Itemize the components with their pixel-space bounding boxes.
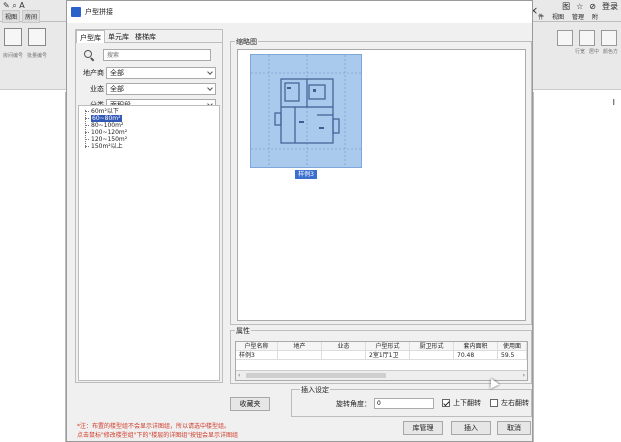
column-header[interactable]: 地产 <box>278 342 322 351</box>
flip-horizontal-label[interactable]: 左右翻转 <box>501 398 529 408</box>
unit-splice-dialog: 户型拼接 户型库 单元库 楼梯库 地产商 全部 业态 全部 分类 面积段 60m… <box>66 0 533 442</box>
angle-input[interactable] <box>374 398 434 409</box>
line-width-icon[interactable] <box>557 30 573 46</box>
column-header[interactable]: 使用面 <box>498 342 527 351</box>
tree-item-label: 100~120m² <box>91 129 128 136</box>
developer-select-value: 全部 <box>110 69 124 77</box>
center-label: 居中 <box>588 49 599 55</box>
table-cell <box>278 351 322 360</box>
developer-select[interactable]: 全部 <box>106 67 216 79</box>
thumbnail-group-label: 缩略图 <box>235 37 258 47</box>
ribbon-tab-view[interactable]: 视图 <box>2 9 21 23</box>
cancel-button[interactable]: 取消 <box>497 421 531 435</box>
ribbon-tab-room[interactable]: 房间 <box>22 9 41 23</box>
properties-group-label: 属性 <box>235 326 251 336</box>
tree-item[interactable]: 120~150m² <box>85 136 219 143</box>
floorplan-drawing-icon <box>251 55 361 167</box>
filter-label-developer: 地产商 <box>83 69 104 77</box>
scroll-left-icon[interactable]: ‹ <box>238 373 240 379</box>
properties-table: 户型名称 地产 业态 户型形式 厨卫形式 套内面积 使用面 样例3 2室1厅1卫… <box>235 341 528 381</box>
properties-group: 属性 户型名称 地产 业态 户型形式 厨卫形式 套内面积 使用面 样例3 2室1… <box>230 326 532 384</box>
line-width-label: 行宽 <box>574 49 585 55</box>
dialog-titlebar[interactable]: 户型拼接 <box>67 1 532 23</box>
column-header[interactable]: 户型名称 <box>236 342 278 351</box>
tab-unit-library[interactable]: 户型库 <box>76 30 105 43</box>
help-icon[interactable]: ⊘ <box>589 2 596 11</box>
ribbon-tab-view-right[interactable]: 视图 <box>550 12 566 21</box>
horizontal-scrollbar[interactable]: ‹ › <box>236 370 527 380</box>
floorplan-thumbnail[interactable] <box>250 54 362 168</box>
table-header-row: 户型名称 地产 业态 户型形式 厨卫形式 套内面积 使用面 <box>236 342 527 351</box>
column-header[interactable]: 户型形式 <box>366 342 410 351</box>
table-cell <box>322 351 366 360</box>
grid-icon[interactable]: 图 <box>562 1 570 12</box>
tree-item-label: 120~150m² <box>91 136 128 143</box>
login-link[interactable]: 登录 <box>602 1 618 12</box>
tree-item-selected[interactable]: 60~80m² <box>85 115 219 122</box>
background-left-canvas <box>0 92 66 442</box>
insert-button[interactable]: 插入 <box>451 421 491 435</box>
tree-item[interactable]: 100~120m² <box>85 129 219 136</box>
color-label: 颜色方 <box>602 49 618 55</box>
filter-label-format: 业态 <box>90 85 104 93</box>
table-cell: 70.48 <box>454 351 498 360</box>
insert-settings-group: 插入设定 旋转角度： 上下翻转 左右翻转 <box>291 385 532 417</box>
tree-item-label: 60m²以下 <box>91 108 119 115</box>
library-tabs: 户型库 单元库 楼梯库 <box>76 30 222 43</box>
batch-number-label: 批量编号 <box>27 53 48 59</box>
ribbon-tab-manage[interactable]: 管理 <box>570 12 586 21</box>
star-icon[interactable]: ☆ <box>576 2 583 11</box>
tree-item[interactable]: 60m²以下 <box>85 108 219 115</box>
search-icon[interactable] <box>84 49 95 61</box>
room-number-icon[interactable] <box>4 28 22 46</box>
tab-block-library[interactable]: 单元库 <box>105 30 132 43</box>
table-row[interactable]: 样例3 2室1厅1卫 70.48 59.5 <box>236 351 527 360</box>
column-header[interactable]: 厨卫形式 <box>410 342 454 351</box>
thumbnail-label[interactable]: 样例3 <box>295 170 317 179</box>
color-icon[interactable] <box>601 30 617 46</box>
table-cell <box>410 351 454 360</box>
library-manage-button[interactable]: 库管理 <box>403 421 443 435</box>
background-left-toolbar: ✎ ⌕ A 视图 房间 房间编号 批量编号 <box>0 0 66 90</box>
tab-stair-library[interactable]: 楼梯库 <box>132 30 159 43</box>
app-logo-icon <box>71 7 81 17</box>
scrollbar-thumb[interactable] <box>246 373 386 378</box>
insert-settings-label: 插入设定 <box>300 385 330 395</box>
table-cell: 59.5 <box>498 351 527 360</box>
table-cell: 2室1厅1卫 <box>366 351 410 360</box>
scroll-right-icon[interactable]: › <box>523 373 525 379</box>
note-line-1: *注：布置的楼型组不会显示详图组，所以请选中楼型组。 <box>77 423 231 430</box>
tree-item-label: 60~80m² <box>91 115 122 122</box>
center-icon[interactable] <box>579 30 595 46</box>
chevron-down-icon <box>207 85 213 91</box>
library-panel: 户型库 单元库 楼梯库 地产商 全部 业态 全部 分类 面积段 60m²以下 6… <box>75 29 223 383</box>
batch-number-icon[interactable] <box>28 28 46 46</box>
chevron-down-icon <box>207 69 213 75</box>
column-header[interactable]: 业态 <box>322 342 366 351</box>
column-header[interactable]: 套内面积 <box>454 342 498 351</box>
tree-item[interactable]: 150m²以上 <box>85 143 219 150</box>
angle-label: 旋转角度： <box>336 399 371 408</box>
ribbon-tab-attach[interactable]: 附 <box>590 12 600 21</box>
note-line-2: 点击鼠标"修改楼型组"下的"楼层的详图组"按钮会显示详图组 <box>77 432 239 439</box>
tree-item-label: 80~100m² <box>91 122 124 129</box>
favorites-button[interactable]: 收藏夹 <box>230 397 270 411</box>
thumbnail-group: 缩略图 样例3 <box>230 37 532 325</box>
format-select[interactable]: 全部 <box>106 83 216 95</box>
text-cursor-mark: I <box>612 98 615 107</box>
format-select-value: 全部 <box>110 85 124 93</box>
category-tree: 60m²以下 60~80m² 80~100m² 100~120m² 120~15… <box>78 105 220 381</box>
room-number-label: 房间编号 <box>3 53 24 59</box>
dialog-title: 户型拼接 <box>85 8 113 16</box>
background-right-canvas: I <box>533 92 621 442</box>
flip-vertical-label[interactable]: 上下翻转 <box>453 398 481 408</box>
search-input[interactable] <box>103 49 211 61</box>
flip-horizontal-checkbox[interactable] <box>490 399 498 407</box>
thumbnail-area: 样例3 <box>237 49 526 321</box>
tree-item-label: 150m²以上 <box>91 143 123 150</box>
tree-item[interactable]: 80~100m² <box>85 122 219 129</box>
flip-vertical-checkbox[interactable] <box>442 399 450 407</box>
table-cell: 样例3 <box>236 351 278 360</box>
background-right-toolbar: 图 ☆ ⊘ 登录 件 视图 管理 附 行宽 居中 颜色方 <box>533 0 621 90</box>
